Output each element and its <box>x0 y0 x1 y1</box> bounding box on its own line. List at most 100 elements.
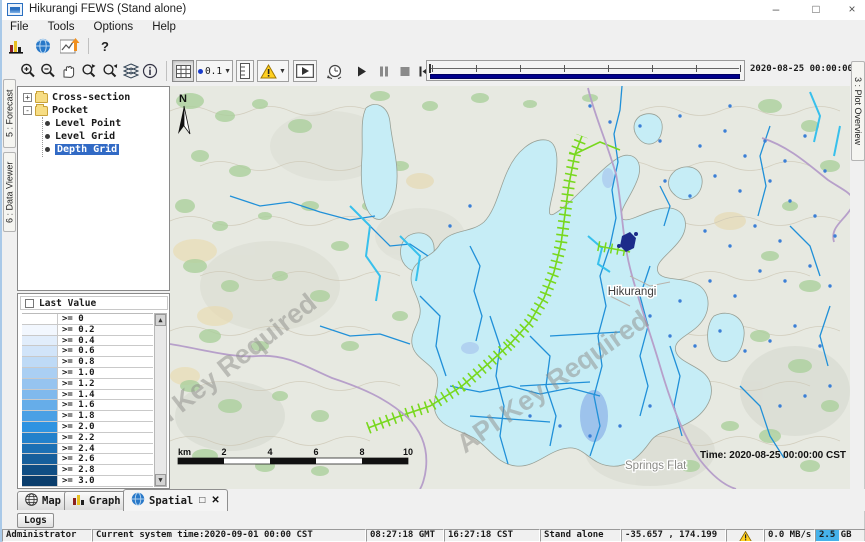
legend-row[interactable]: >= 2.6 <box>22 454 153 465</box>
sidebar-tab-data-viewer[interactable]: 6 : Data Viewer <box>3 152 16 232</box>
legend-row[interactable]: >= 0.8 <box>22 357 153 368</box>
menu-help[interactable]: Help <box>144 20 184 33</box>
timeline-tick <box>740 65 741 72</box>
last-value-label: Last Value <box>39 298 96 309</box>
tree-item-depth-grid[interactable]: Depth Grid <box>18 143 119 156</box>
timeline-handle[interactable] <box>429 64 431 73</box>
close-button[interactable]: × <box>838 0 865 19</box>
status-mode: Stand alone <box>540 529 621 542</box>
sidebar-tab-plot-overview[interactable]: 3 : Plot Overview <box>851 61 865 161</box>
tab-spatial[interactable]: Spatial □ ✕ <box>123 489 228 511</box>
pan-hand-icon[interactable] <box>59 62 77 80</box>
last-value-row[interactable]: Last Value <box>20 296 168 310</box>
status-warning-cell[interactable] <box>726 529 764 542</box>
legend-threshold-label: >= 0.2 <box>58 325 95 335</box>
legend-row[interactable]: >= 1.2 <box>22 379 153 390</box>
timeseries-display-icon[interactable] <box>59 37 81 55</box>
menu-file[interactable]: File <box>2 20 37 33</box>
globe-icon[interactable] <box>33 37 53 55</box>
chevron-down-icon: ▼ <box>224 68 231 75</box>
legend-color-swatch <box>22 314 58 324</box>
play-icon[interactable] <box>354 63 370 79</box>
tab-maximize-icon[interactable]: □ <box>199 495 205 506</box>
map-viewport[interactable]: API Key Required API Key Required Hikura… <box>170 86 850 489</box>
legend-color-swatch <box>22 357 58 367</box>
statistics-icon[interactable] <box>7 37 27 55</box>
timeline-tick <box>432 65 433 72</box>
bottom-tab-bar: Map Graph Spatial □ ✕ <box>2 489 865 511</box>
svg-text:N: N <box>179 93 187 105</box>
tab-graph[interactable]: Graph <box>64 491 129 510</box>
last-value-checkbox[interactable] <box>25 299 34 308</box>
grid-display-icon[interactable] <box>172 60 194 82</box>
collapse-icon[interactable]: - <box>23 106 32 115</box>
tree-item-pocket[interactable]: - Pocket <box>18 104 88 117</box>
maximize-button[interactable]: □ <box>802 0 830 19</box>
scroll-up-icon[interactable]: ▲ <box>155 314 166 326</box>
legend-color-swatch <box>22 325 58 335</box>
legend-row[interactable]: >= 2.2 <box>22 433 153 444</box>
legend-row[interactable]: >= 1.0 <box>22 368 153 379</box>
svg-text:8: 8 <box>359 447 364 457</box>
timeline-track <box>431 68 739 69</box>
timeline-tick <box>564 65 565 72</box>
zoom-out-icon[interactable] <box>39 62 57 80</box>
menu-tools[interactable]: Tools <box>40 20 83 33</box>
zoom-in-icon[interactable] <box>19 62 37 80</box>
tree-item-label[interactable]: Level Point <box>55 118 121 129</box>
scroll-down-icon[interactable]: ▼ <box>155 474 166 486</box>
menu-options[interactable]: Options <box>86 20 142 33</box>
animation-frame-icon[interactable] <box>293 60 317 82</box>
legend-row[interactable]: >= 0.4 <box>22 336 153 347</box>
tree-item-cross-section[interactable]: + Cross-section <box>18 91 130 104</box>
layers-icon[interactable] <box>122 62 140 80</box>
map-canvas[interactable]: API Key Required API Key Required Hikura… <box>170 86 850 489</box>
tree-item-label-selected[interactable]: Depth Grid <box>55 144 119 155</box>
tree-item-label[interactable]: Cross-section <box>52 92 130 103</box>
expand-icon[interactable]: + <box>23 93 32 102</box>
legend-row[interactable]: >= 3.0 <box>22 476 153 487</box>
help-icon[interactable]: ? <box>97 37 113 55</box>
sidebar-tab-forecast[interactable]: 5 : Forecast <box>3 79 16 148</box>
title-bar[interactable]: Hikurangi FEWS (Stand alone) – □ × <box>2 0 865 20</box>
ruler-scale-icon[interactable] <box>236 60 254 82</box>
tab-close-icon[interactable]: ✕ <box>211 495 219 506</box>
tab-map[interactable]: Map <box>17 491 69 510</box>
status-coordinates: -35.657 , 174.199 <box>621 529 726 542</box>
app-window: Hikurangi FEWS (Stand alone) – □ × File … <box>0 0 865 542</box>
tree-item-level-grid[interactable]: Level Grid <box>18 130 115 143</box>
legend-row[interactable]: >= 1.8 <box>22 411 153 422</box>
tree-item-level-point[interactable]: Level Point <box>18 117 121 130</box>
tree-item-label[interactable]: Level Grid <box>55 131 115 142</box>
stop-icon[interactable] <box>397 63 413 79</box>
warnings-dropdown[interactable]: ▼ <box>257 60 289 82</box>
zoom-previous-icon[interactable] <box>80 62 99 80</box>
legend-row[interactable]: >= 0 <box>22 314 153 325</box>
legend-row[interactable]: >= 0.2 <box>22 325 153 336</box>
legend-row[interactable]: >= 1.4 <box>22 390 153 401</box>
legend-color-swatch <box>22 336 58 346</box>
legend-scrollbar[interactable]: ▲ ▼ <box>154 313 167 487</box>
current-frame-datetime: 2020-08-25 00:00:00 CST <box>750 64 862 74</box>
tree-item-label[interactable]: Pocket <box>52 105 88 116</box>
legend-row[interactable]: >= 1.6 <box>22 400 153 411</box>
chevron-down-icon: ▼ <box>279 68 286 75</box>
legend-row[interactable]: >= 0.6 <box>22 346 153 357</box>
timer-clock-icon[interactable] <box>324 61 346 81</box>
legend-row[interactable]: >= 2.4 <box>22 444 153 455</box>
legend-row[interactable]: >= 2.0 <box>22 422 153 433</box>
pause-icon[interactable] <box>376 63 392 79</box>
legend-threshold-label: >= 1.6 <box>58 400 95 410</box>
svg-text:10: 10 <box>403 447 413 457</box>
legend-threshold-label: >= 0.4 <box>58 336 95 346</box>
timeline-tick <box>696 65 697 72</box>
minimize-button[interactable]: – <box>762 0 790 19</box>
zoom-next-icon[interactable] <box>101 62 120 80</box>
class-interval-dropdown[interactable]: 0.1▼ <box>196 60 233 82</box>
legend-row[interactable]: >= 2.8 <box>22 465 153 476</box>
legend-threshold-label: >= 0 <box>58 314 84 324</box>
timeline-slider[interactable] <box>426 60 745 81</box>
node-bullet-icon <box>45 134 50 139</box>
logs-button[interactable]: Logs <box>17 513 54 528</box>
info-icon[interactable] <box>141 62 159 80</box>
